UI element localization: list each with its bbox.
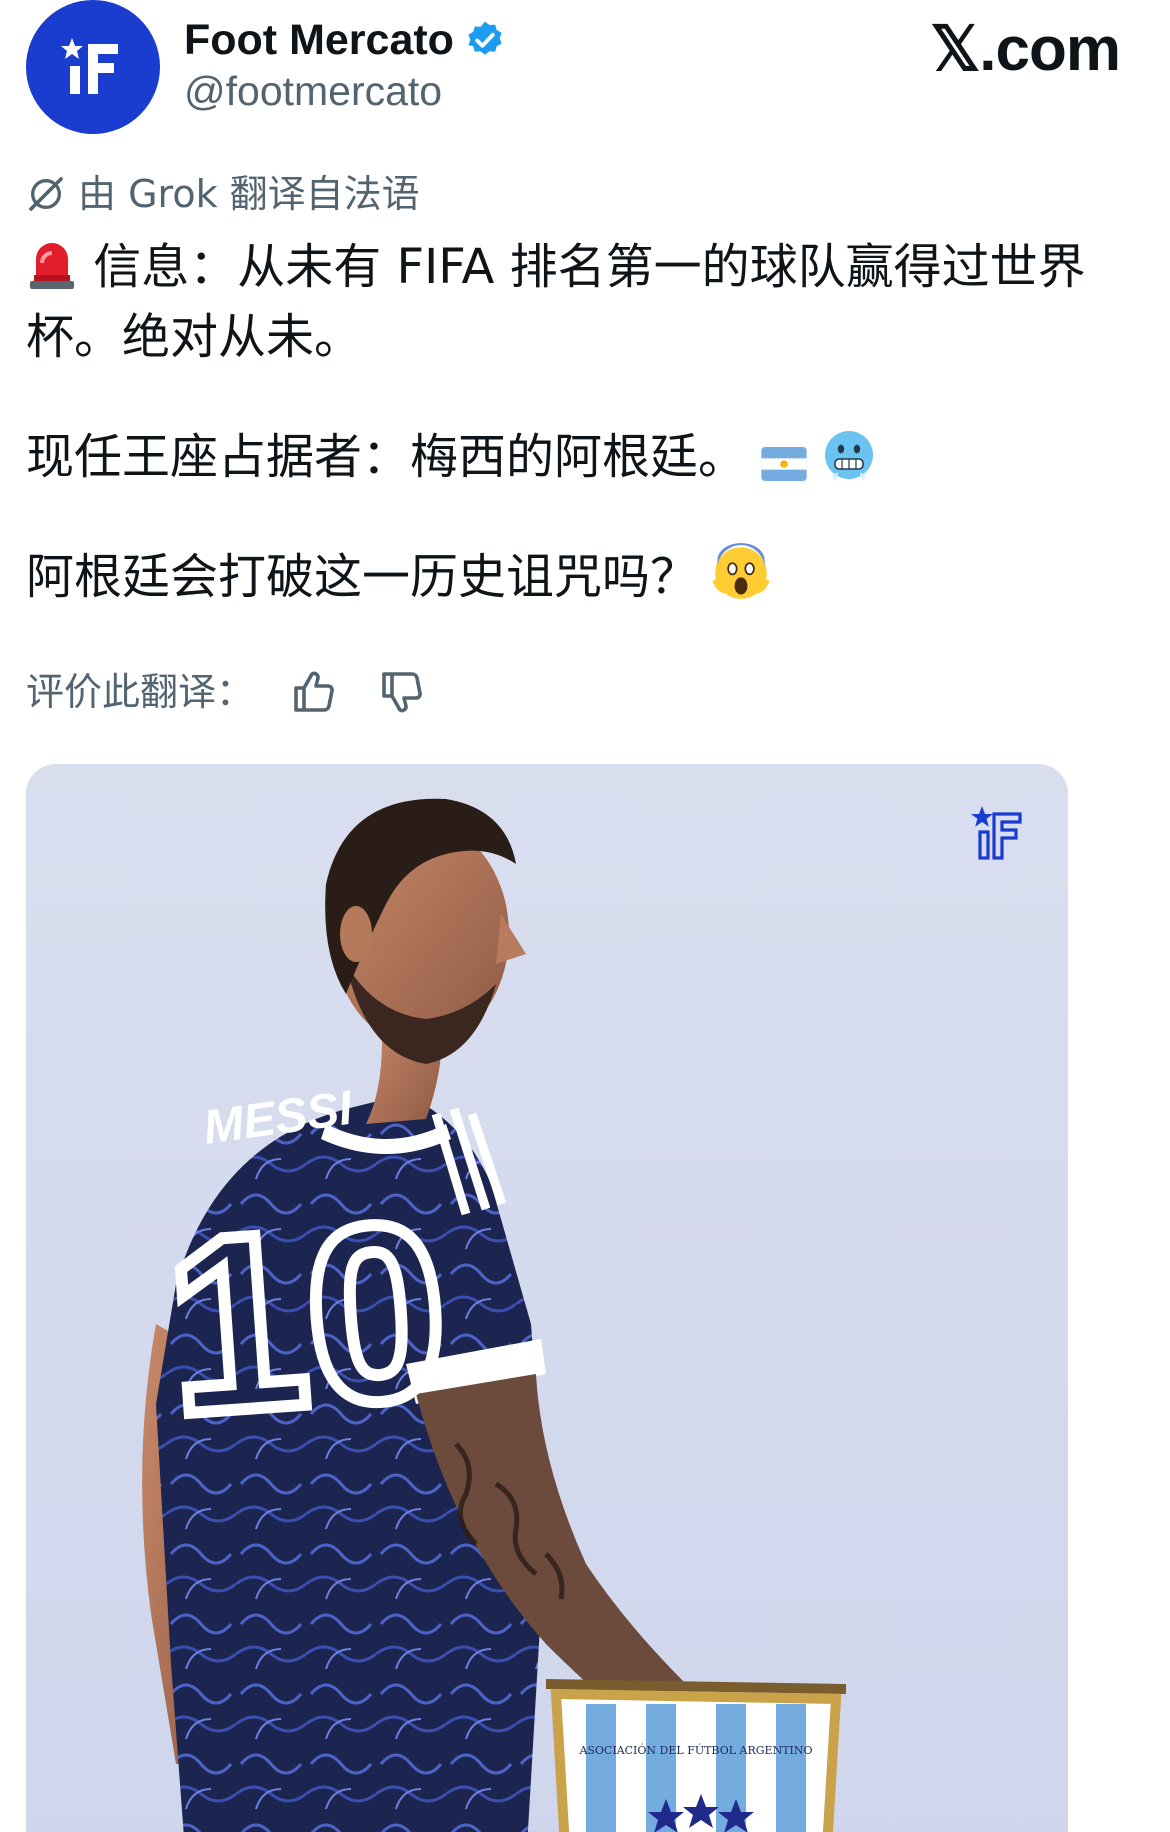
tweet-line-1: 信息：从未有 FIFA 排名第一的球队赢得过世界杯。绝对从未。 — [26, 239, 1086, 365]
thumbs-up-icon[interactable] — [290, 668, 338, 716]
tweet-page: Foot Mercato @footmercato 𝕏.com 由 Grok 翻… — [0, 0, 1170, 1832]
tweet-line-3: 阿根廷会打破这一历史诅咒吗？ — [26, 549, 699, 605]
author-handle[interactable]: @footmercato — [184, 66, 506, 116]
x-logo: 𝕏.com — [930, 15, 1121, 84]
rate-translation-label: 评价此翻译： — [26, 670, 255, 714]
foot-mercato-watermark-icon — [971, 806, 1022, 860]
author-block: Foot Mercato @footmercato — [184, 14, 506, 116]
thumbs-down-icon[interactable] — [378, 668, 426, 716]
cold-face-emoji-icon — [824, 431, 873, 481]
translation-banner: 由 Grok 翻译自法语 — [26, 170, 420, 218]
screaming-face-emoji-icon — [713, 543, 770, 599]
siren-emoji-icon — [30, 243, 74, 289]
verified-badge-icon — [468, 21, 502, 55]
avatar[interactable] — [26, 0, 160, 134]
grok-icon — [29, 177, 63, 211]
author-name-row[interactable]: Foot Mercato — [184, 14, 506, 66]
tweet-media-image[interactable]: MESSI 10 ASOCIACIÓN DEL FÚTBOL ARGENTINO — [26, 764, 1068, 1832]
pennant-text: ASOCIACIÓN DEL FÚTBOL ARGENTINO — [578, 1743, 812, 1757]
author-display-name[interactable]: Foot Mercato — [184, 14, 454, 66]
pennant: ASOCIACIÓN DEL FÚTBOL ARGENTINO — [545, 1679, 847, 1832]
tweet-line-2: 现任王座占据者：梅西的阿根廷。 — [26, 429, 747, 485]
tweet-text: 信息：从未有 FIFA 排名第一的球队赢得过世界杯。绝对从未。 现任王座占据者：… — [26, 232, 1136, 612]
messi-photo: MESSI 10 ASOCIACIÓN DEL FÚTBOL ARGENTINO — [26, 764, 1068, 1832]
translation-label: 由 Grok 翻译自法语 — [78, 172, 420, 216]
foot-mercato-logo-icon — [61, 38, 118, 94]
jersey-number: 10 — [158, 1169, 455, 1467]
rate-translation-row: 评价此翻译： — [26, 668, 426, 716]
argentina-flag-emoji-icon — [761, 447, 807, 481]
